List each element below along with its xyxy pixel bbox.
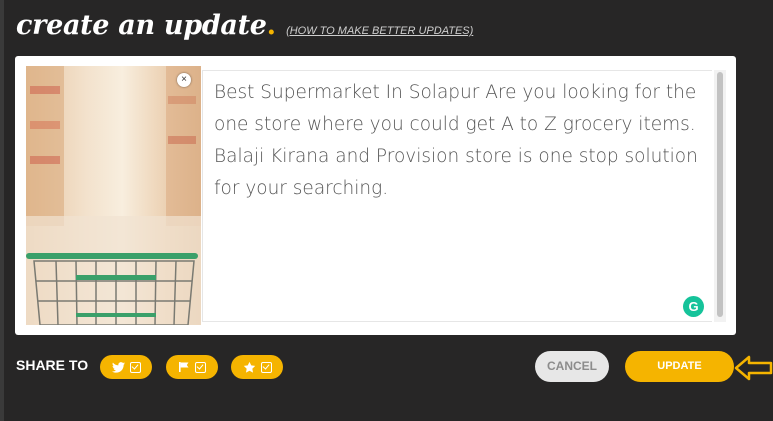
header: create an update . (HOW TO MAKE BETTER U…: [16, 10, 473, 50]
share-to-label: SHARE TO: [16, 357, 89, 373]
share-twitter-toggle[interactable]: [100, 355, 152, 379]
page-title: create an update: [16, 10, 267, 41]
checkbox-icon: [260, 361, 272, 373]
checkbox-icon: [129, 361, 141, 373]
remove-image-button[interactable]: ×: [177, 73, 191, 87]
flag-icon: [179, 362, 189, 372]
scrollbar-thumb[interactable]: [717, 72, 723, 317]
share-flag-toggle[interactable]: [166, 355, 218, 379]
cart-illustration: [26, 66, 201, 325]
star-icon: [243, 361, 255, 373]
update-button[interactable]: UPDATE: [625, 351, 734, 382]
checkbox-icon: [195, 361, 206, 373]
share-star-toggle[interactable]: [231, 355, 283, 379]
cancel-button[interactable]: CANCEL: [535, 351, 609, 382]
text-scrollbar[interactable]: [714, 70, 726, 322]
shopping-cart-photo: [26, 66, 201, 325]
title-dot: .: [266, 10, 277, 41]
grammarly-icon[interactable]: G: [683, 296, 704, 317]
left-background-strip: [0, 0, 4, 421]
pointer-arrow-icon: [734, 355, 773, 381]
close-icon: ×: [181, 74, 187, 85]
twitter-icon: [111, 361, 125, 373]
how-to-link[interactable]: (HOW TO MAKE BETTER UPDATES): [286, 25, 473, 37]
update-text-input[interactable]: Best Supermarket In Solapur Are you look…: [202, 70, 712, 322]
